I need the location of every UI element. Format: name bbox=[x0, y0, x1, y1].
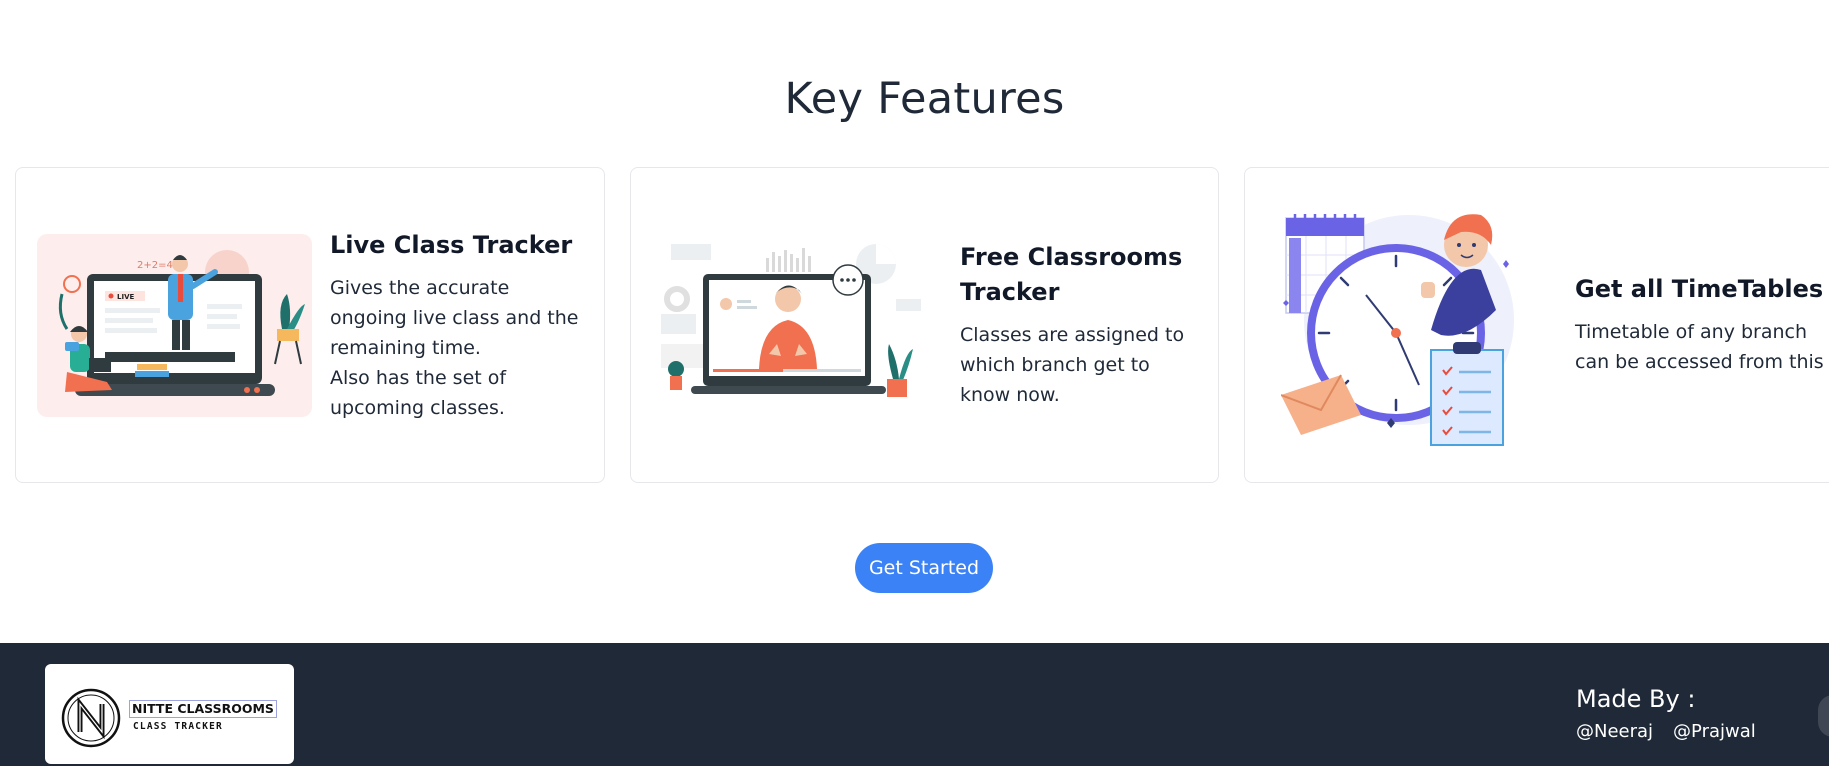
card-title: Free Classrooms Tracker bbox=[960, 243, 1183, 306]
card-text: Get all TimeTables Timetable of any bran… bbox=[1575, 272, 1829, 377]
card-description: Timetable of any branch can be accessed … bbox=[1575, 321, 1824, 373]
card-description: Gives the accurate ongoing live class an… bbox=[330, 273, 590, 423]
nitte-n-logo-icon bbox=[61, 688, 121, 748]
card-description-line: Also has the set of upcoming classes. bbox=[330, 367, 507, 419]
section-title: Key Features bbox=[784, 74, 1065, 124]
free-classrooms-illustration bbox=[661, 244, 921, 397]
timetables-illustration bbox=[1281, 214, 1514, 446]
authors-list: @Neeraj @Prajwal bbox=[1576, 721, 1756, 742]
board-text: 2+2=4 bbox=[137, 260, 173, 271]
scroll-to-top-button[interactable] bbox=[1818, 695, 1829, 737]
feature-card-live-class: 2+2=4 LIVE Live Class Tracker Gives the … bbox=[15, 167, 605, 483]
card-description-line: Gives the accurate ongoing live class an… bbox=[330, 277, 579, 359]
brand-logo[interactable]: NITTE CLASSROOMS CLASS TRACKER bbox=[45, 664, 294, 764]
feature-card-free-classrooms: Free Classrooms Tracker Classes are assi… bbox=[630, 167, 1219, 483]
author-link-neeraj[interactable]: @Neeraj bbox=[1576, 721, 1653, 742]
page: Key Features 2+2=4 LIVE Live Class Track… bbox=[0, 0, 1829, 766]
live-badge: LIVE bbox=[117, 293, 134, 301]
author-link-prajwal[interactable]: @Prajwal bbox=[1673, 721, 1756, 742]
card-title: Get all TimeTables bbox=[1575, 275, 1824, 303]
live-class-illustration: 2+2=4 LIVE bbox=[37, 234, 312, 417]
made-by-label: Made By : bbox=[1576, 685, 1696, 713]
card-text: Live Class Tracker Gives the accurate on… bbox=[330, 228, 590, 423]
logo-subtitle: CLASS TRACKER bbox=[133, 721, 223, 732]
card-description: Classes are assigned to which branch get… bbox=[960, 324, 1185, 406]
logo-title: NITTE CLASSROOMS bbox=[129, 700, 277, 718]
footer: NITTE CLASSROOMS CLASS TRACKER Made By :… bbox=[0, 643, 1829, 766]
get-started-button[interactable]: Get Started bbox=[855, 543, 993, 593]
card-title: Live Class Tracker bbox=[330, 231, 573, 259]
feature-card-timetables: Get all TimeTables Timetable of any bran… bbox=[1244, 167, 1829, 483]
card-text: Free Classrooms Tracker Classes are assi… bbox=[960, 240, 1200, 410]
